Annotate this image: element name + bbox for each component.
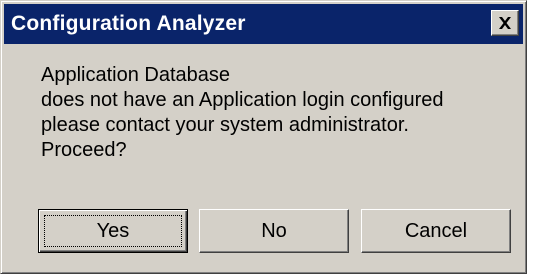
close-button[interactable]	[491, 10, 519, 36]
no-button[interactable]: No	[199, 209, 349, 253]
cancel-button[interactable]: Cancel	[361, 209, 511, 253]
message-line: Application Database	[41, 64, 231, 86]
message-line: Proceed?	[41, 139, 127, 161]
dialog-message: Application Database does not have an Ap…	[41, 63, 444, 163]
message-line: please contact your system administrator…	[41, 114, 409, 136]
close-icon	[499, 17, 511, 29]
yes-button-label: Yes	[96, 219, 130, 242]
message-dialog: Configuration Analyzer Application Datab…	[0, 0, 527, 274]
cancel-button-label: Cancel	[404, 219, 468, 242]
message-line: does not have an Application login confi…	[41, 89, 444, 111]
window-title: Configuration Analyzer	[11, 12, 246, 35]
yes-button[interactable]: Yes	[38, 209, 188, 253]
no-button-label: No	[261, 219, 287, 242]
title-bar[interactable]: Configuration Analyzer	[4, 4, 523, 44]
